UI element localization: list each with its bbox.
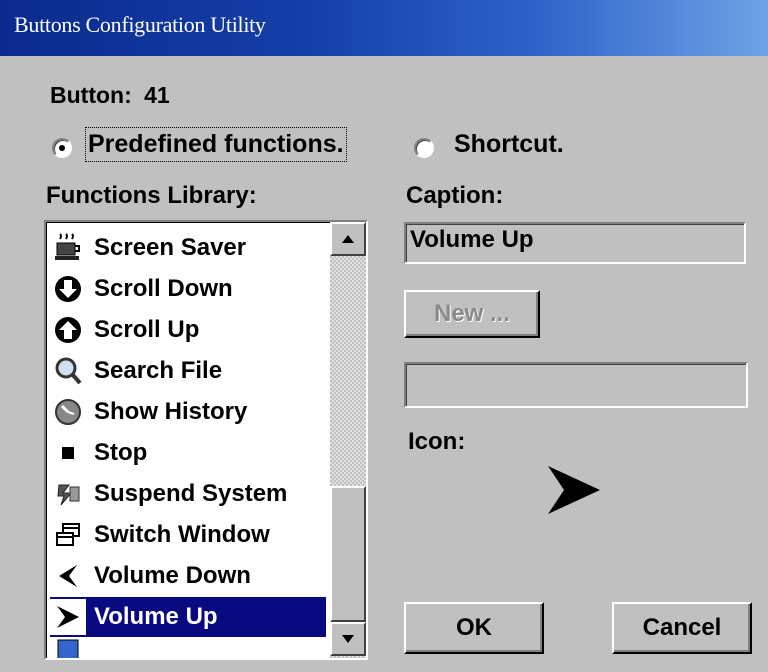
arrow-right-icon (540, 458, 604, 522)
list-item-selected[interactable]: Volume Up (50, 597, 326, 637)
button-number: 41 (144, 82, 170, 108)
windows-icon (50, 517, 86, 553)
dialog-window: Buttons Configuration Utility Button: 41… (0, 0, 768, 672)
caption-value: Volume Up (410, 226, 534, 253)
coffee-cup-icon (50, 230, 86, 266)
list-item[interactable]: Volume Down (50, 556, 326, 596)
list-item-label: Volume Down (94, 562, 251, 589)
list-item-label: Stop (94, 439, 148, 466)
chevron-left-icon (50, 558, 86, 594)
scroll-up-button[interactable] (330, 222, 366, 256)
partial-item-icon (50, 638, 86, 658)
list-item-label: Switch Window (94, 521, 270, 548)
ok-button[interactable]: OK (404, 602, 544, 654)
predefined-functions-label[interactable]: Predefined functions. (85, 127, 347, 162)
caption-label: Caption: (406, 182, 504, 209)
cancel-button[interactable]: Cancel (612, 602, 752, 654)
list-item[interactable]: Scroll Down (50, 269, 326, 309)
list-item[interactable]: Scroll Up (50, 310, 326, 350)
list-item-partial[interactable] (50, 638, 326, 658)
scroll-down-button[interactable] (330, 622, 366, 656)
functions-library-label: Functions Library: (46, 182, 257, 209)
list-item-label: Scroll Up (94, 316, 200, 343)
shortcut-field[interactable] (404, 362, 748, 408)
functions-listbox[interactable]: Screen Saver Scroll Down Scroll Up Searc… (44, 220, 368, 660)
list-item-label: Show History (94, 398, 248, 425)
history-icon (50, 394, 86, 430)
predefined-functions-radio[interactable] (52, 138, 72, 158)
list-item[interactable]: Suspend System (50, 474, 326, 514)
list-item[interactable]: Show History (50, 392, 326, 432)
magnifier-icon (50, 353, 86, 389)
radio-selected-dot (59, 145, 65, 151)
arrow-up-circle-icon (50, 312, 86, 348)
suspend-icon (50, 476, 86, 512)
list-item-label: Scroll Down (94, 275, 233, 302)
arrow-down-circle-icon (50, 271, 86, 307)
list-item-label: Search File (94, 357, 223, 384)
caption-field[interactable]: Volume Up (404, 222, 746, 264)
list-scrollbar[interactable] (330, 222, 366, 658)
stop-square-icon (50, 435, 86, 471)
shortcut-radio[interactable] (414, 138, 434, 158)
title-bar[interactable]: Buttons Configuration Utility (0, 0, 768, 56)
list-item[interactable]: Screen Saver (50, 228, 326, 268)
scroll-thumb[interactable] (330, 486, 366, 622)
list-item-label: Suspend System (94, 480, 288, 507)
new-button[interactable]: New ... (404, 290, 540, 338)
window-title: Buttons Configuration Utility (14, 12, 266, 37)
triangle-up-icon (342, 235, 354, 243)
list-item-label: Screen Saver (94, 234, 247, 261)
arrow-right-icon (50, 599, 86, 635)
triangle-down-icon (342, 635, 354, 643)
list-item[interactable]: Stop (50, 433, 326, 473)
list-item[interactable]: Search File (50, 351, 326, 391)
button-number-row: Button: 41 (50, 82, 170, 109)
button-label: Button: (50, 82, 132, 108)
list-item-label: Volume Up (94, 603, 218, 630)
icon-label: Icon: (408, 428, 466, 455)
list-item[interactable]: Switch Window (50, 515, 326, 555)
shortcut-label[interactable]: Shortcut. (454, 130, 564, 159)
